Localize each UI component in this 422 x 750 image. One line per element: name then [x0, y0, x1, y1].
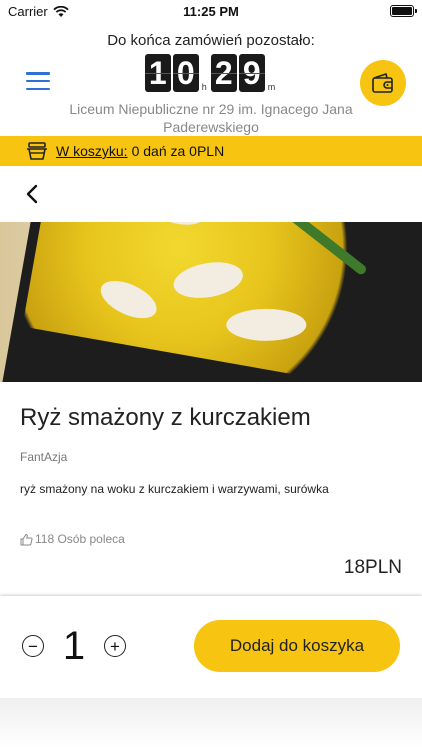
- restaurant-name: FantAzja: [20, 450, 68, 464]
- deadline-label: Do końca zamówień pozostało:: [107, 32, 315, 49]
- order-action-bar: − 1 + Dodaj do koszyka: [0, 596, 422, 698]
- countdown-hours-tens: 1: [144, 54, 171, 92]
- thumbs-up-icon: [20, 533, 33, 545]
- recommend-count: 118 Osób poleca: [20, 532, 125, 546]
- increase-quantity-button[interactable]: +: [104, 635, 126, 657]
- cart-summary-bar[interactable]: W koszyku: 0 dań za 0PLN: [0, 136, 422, 166]
- countdown-minutes-unit: m: [267, 82, 276, 92]
- quantity-stepper: − 1 +: [22, 622, 126, 670]
- battery-icon: [390, 5, 417, 17]
- countdown-hours-unit: h: [201, 82, 207, 92]
- recommend-text: 118 Osób poleca: [35, 532, 125, 546]
- add-to-cart-button[interactable]: Dodaj do koszyka: [194, 620, 400, 672]
- dish-details: Ryż smażony z kurczakiem FantAzja ryż sm…: [0, 382, 422, 596]
- chevron-left-icon: [26, 184, 38, 204]
- cart-link[interactable]: W koszyku:: [56, 143, 128, 159]
- back-button[interactable]: [18, 180, 46, 208]
- decrease-quantity-button[interactable]: −: [22, 635, 44, 657]
- countdown-minutes-tens: 2: [210, 54, 237, 92]
- dish-description: ryż smażony na woku z kurczakiem i warzy…: [20, 482, 329, 496]
- countdown-timer: 1 0 h 2 9 m: [0, 54, 422, 92]
- cart-summary-text: 0 dań za 0PLN: [131, 143, 225, 159]
- dish-price: 18PLN: [343, 557, 402, 578]
- wallet-button[interactable]: [360, 60, 406, 106]
- status-time: 11:25 PM: [183, 4, 239, 19]
- countdown-hours-ones: 0: [172, 54, 199, 92]
- countdown-minutes-ones: 9: [238, 54, 265, 92]
- wallet-icon: [372, 73, 393, 93]
- navigation-row: [0, 166, 422, 222]
- header: Do końca zamówień pozostało: 1 0 h 2 9 m…: [0, 24, 422, 136]
- dish-title: Ryż smażony z kurczakiem: [20, 404, 311, 431]
- dish-photo: [0, 222, 422, 382]
- quantity-value: 1: [62, 623, 86, 668]
- basket-icon: [27, 142, 47, 160]
- school-name: Liceum Niepubliczne nr 29 im. Ignacego J…: [69, 101, 353, 135]
- status-bar: Carrier 11:25 PM: [0, 0, 422, 24]
- bottom-area: [0, 698, 422, 750]
